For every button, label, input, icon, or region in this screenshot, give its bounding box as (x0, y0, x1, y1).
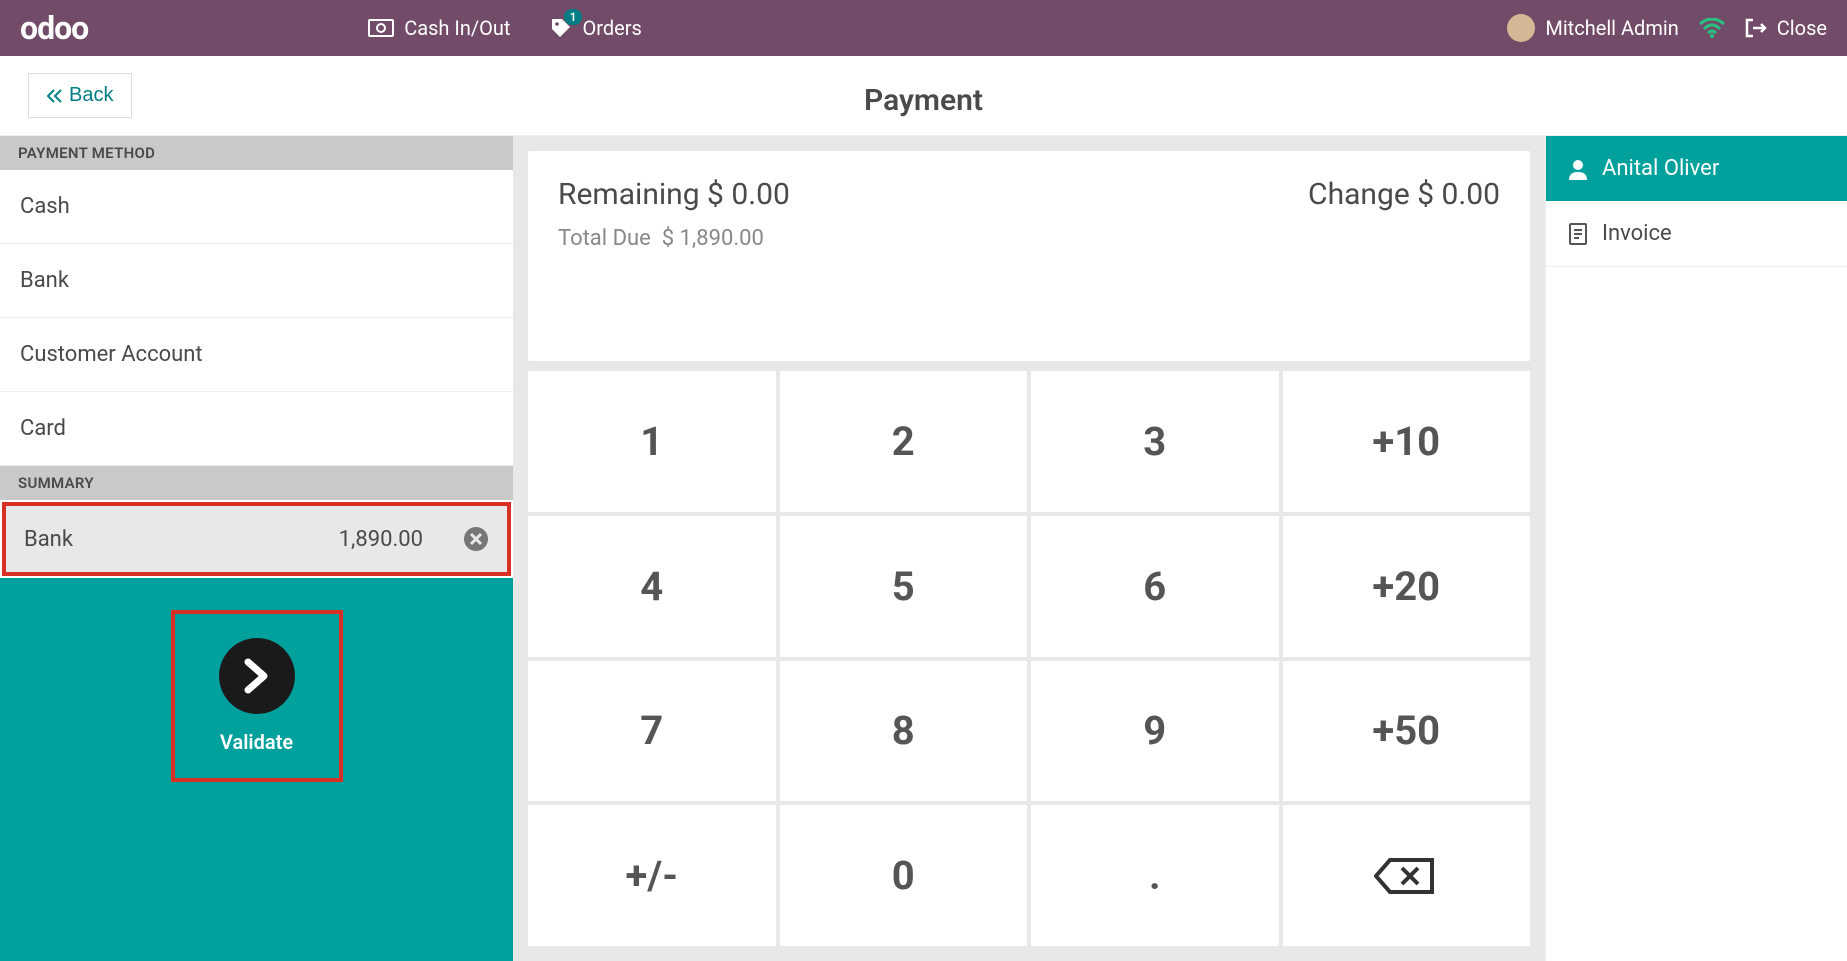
customer-name: Anital Oliver (1602, 156, 1719, 181)
numpad: 1 2 3 +10 4 5 6 +20 7 8 9 +50 +/- 0 . (528, 371, 1530, 946)
due-value: $ 1,890.00 (662, 226, 764, 251)
remaining: Remaining $ 0.00 (558, 177, 790, 212)
orders-badge: 1 (564, 9, 583, 25)
validate-label: Validate (220, 730, 293, 754)
numpad-6[interactable]: 6 (1031, 516, 1279, 657)
remaining-label: Remaining (558, 177, 700, 212)
validate-button[interactable]: Validate (171, 610, 343, 782)
numpad-4[interactable]: 4 (528, 516, 776, 657)
user-icon (1568, 158, 1588, 180)
right-column: Anital Oliver Invoice (1545, 136, 1847, 961)
summary-method: Bank (24, 527, 73, 552)
payment-method-card[interactable]: Card (0, 392, 513, 466)
total-due: Total Due $ 1,890.00 (558, 226, 1500, 251)
invoice-label: Invoice (1602, 221, 1672, 246)
chevron-left-double-icon (47, 89, 63, 103)
close-label: Close (1777, 16, 1827, 40)
numpad-0[interactable]: 0 (780, 805, 1028, 946)
status-top: Remaining $ 0.00 Change $ 0.00 (558, 177, 1500, 212)
numpad-sign[interactable]: +/- (528, 805, 776, 946)
document-icon (1568, 222, 1588, 246)
numpad-backspace[interactable] (1283, 805, 1531, 946)
status-card: Remaining $ 0.00 Change $ 0.00 Total Due… (528, 151, 1530, 361)
numpad-dot[interactable]: . (1031, 805, 1279, 946)
summary-amount: 1,890.00 (339, 527, 423, 552)
numpad-plus20[interactable]: +20 (1283, 516, 1531, 657)
numpad-9[interactable]: 9 (1031, 661, 1279, 802)
remaining-value: $ 0.00 (707, 177, 790, 212)
numpad-3[interactable]: 3 (1031, 371, 1279, 512)
back-label: Back (69, 84, 113, 107)
content: PAYMENT METHOD Cash Bank Customer Accoun… (0, 136, 1847, 961)
close-circle-icon (463, 526, 489, 552)
numpad-plus50[interactable]: +50 (1283, 661, 1531, 802)
numpad-1[interactable]: 1 (528, 371, 776, 512)
change-value: $ 0.00 (1417, 177, 1500, 212)
payment-method-header: PAYMENT METHOD (0, 136, 513, 170)
wifi-icon (1699, 18, 1725, 38)
summary-header: SUMMARY (0, 466, 513, 500)
cash-icon (368, 19, 394, 37)
payment-method-bank[interactable]: Bank (0, 244, 513, 318)
topbar-actions: Cash In/Out 1 Orders (368, 16, 642, 40)
left-column: PAYMENT METHOD Cash Bank Customer Accoun… (0, 136, 513, 961)
cash-label: Cash In/Out (404, 16, 510, 40)
summary-delete-button[interactable] (463, 526, 489, 552)
signout-icon (1745, 18, 1767, 38)
numpad-5[interactable]: 5 (780, 516, 1028, 657)
numpad-plus10[interactable]: +10 (1283, 371, 1531, 512)
validate-circle (219, 638, 295, 714)
user-menu[interactable]: Mitchell Admin (1507, 14, 1678, 42)
chevron-right-icon (242, 658, 272, 694)
close-button[interactable]: Close (1745, 16, 1827, 40)
sub-header: Back Payment (0, 56, 1847, 136)
orders-button[interactable]: 1 Orders (550, 16, 641, 40)
user-name: Mitchell Admin (1545, 16, 1678, 40)
validate-area: Validate (0, 578, 513, 961)
back-button[interactable]: Back (28, 73, 132, 118)
orders-label: Orders (582, 16, 641, 40)
summary-line[interactable]: Bank 1,890.00 (2, 502, 511, 576)
change: Change $ 0.00 (1308, 177, 1500, 212)
page-title: Payment (864, 83, 983, 118)
middle-column: Remaining $ 0.00 Change $ 0.00 Total Due… (513, 136, 1545, 961)
change-label: Change (1308, 177, 1410, 212)
numpad-2[interactable]: 2 (780, 371, 1028, 512)
topbar-right: Mitchell Admin Close (1507, 14, 1827, 42)
due-label: Total Due (558, 226, 651, 251)
payment-method-customer-account[interactable]: Customer Account (0, 318, 513, 392)
odoo-logo: odoo (20, 9, 88, 47)
numpad-8[interactable]: 8 (780, 661, 1028, 802)
cash-in-out-button[interactable]: Cash In/Out (368, 16, 510, 40)
invoice-button[interactable]: Invoice (1546, 201, 1847, 267)
avatar (1507, 14, 1535, 42)
backspace-icon (1374, 856, 1438, 896)
numpad-7[interactable]: 7 (528, 661, 776, 802)
payment-method-cash[interactable]: Cash (0, 170, 513, 244)
top-bar: odoo Cash In/Out 1 Orders Mitchell Admin… (0, 0, 1847, 56)
customer-button[interactable]: Anital Oliver (1546, 136, 1847, 201)
